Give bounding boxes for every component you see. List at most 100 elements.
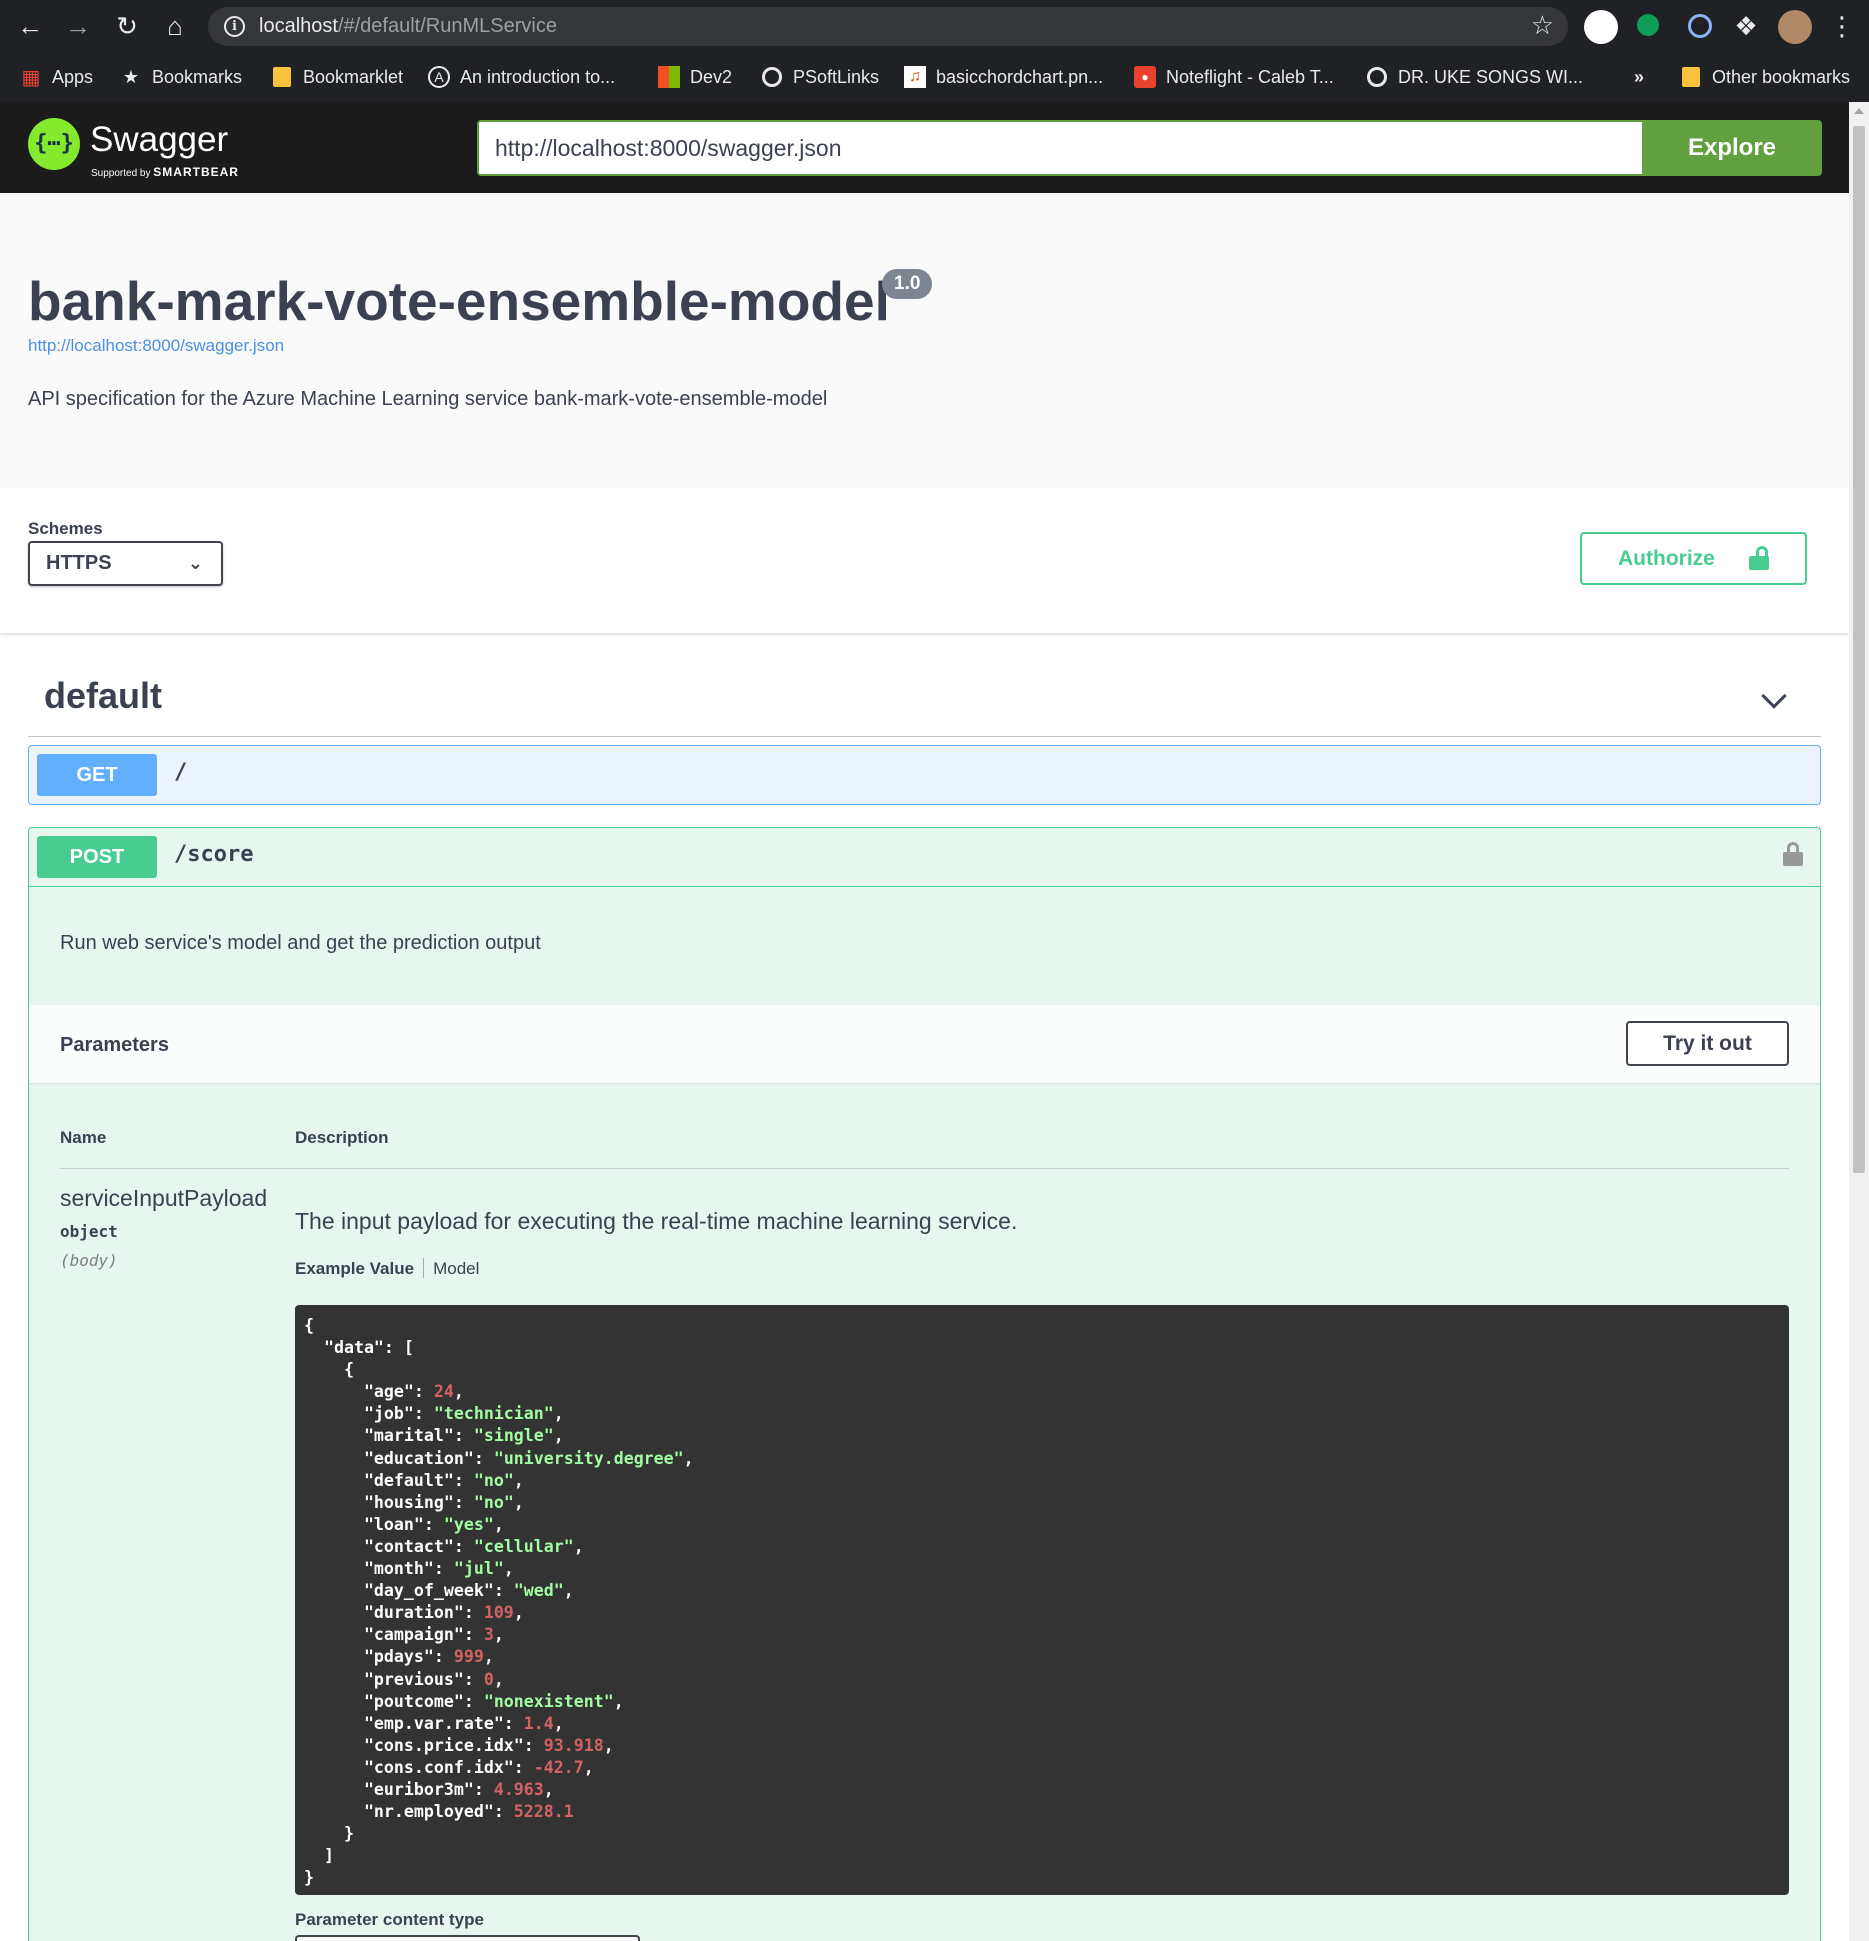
bookmark-label: Other bookmarks [1712, 66, 1851, 87]
code-line: "emp.var.rate": 1.4, [304, 1713, 1780, 1735]
back-arrow-icon[interactable]: ← [14, 10, 46, 42]
operation-get-root[interactable]: GET / [28, 745, 1821, 805]
scrollbar-thumb[interactable] [1853, 126, 1865, 1173]
code-key: "data": [ [304, 1338, 414, 1358]
operation-description: Run web service's model and get the pred… [60, 932, 541, 954]
code-punct: , [553, 1426, 564, 1446]
extension-lens-icon[interactable] [1688, 14, 1712, 38]
url-path: /#/default/RunMLService [337, 15, 557, 37]
bookmark-chordchart[interactable]: ♫ basicchordchart.pn... [904, 64, 1103, 90]
spec-link[interactable]: http://localhost:8000/swagger.json [28, 336, 284, 356]
code-punct: , [513, 1470, 524, 1490]
code-key: "contact": [304, 1536, 474, 1556]
code-key: "euribor3m": [304, 1779, 494, 1799]
explore-button[interactable]: Explore [1642, 120, 1822, 176]
bookmark-star-icon[interactable]: ☆ [1531, 10, 1554, 41]
code-value: "nonexistent" [483, 1691, 614, 1711]
parameter-content-type-label: Parameter content type [295, 1910, 484, 1929]
version-badge: 1.0 [882, 269, 933, 299]
swagger-topbar: {⋯} Swagger Supported by SMARTBEAR http:… [0, 102, 1849, 193]
code-value: 109 [483, 1603, 514, 1623]
overflow-label: » [1634, 66, 1645, 87]
code-punct: , [503, 1559, 514, 1579]
address-url[interactable]: localhost/#/default/RunMLService [259, 15, 557, 38]
column-header-name: Name [60, 1128, 107, 1147]
bookmark-noteflight[interactable]: ● Noteflight - Caleb T... [1134, 64, 1334, 90]
code-key: "cons.conf.idx": [304, 1757, 534, 1777]
code-value: "yes" [443, 1514, 494, 1534]
profile-avatar[interactable] [1778, 10, 1812, 44]
code-punct: ] [304, 1846, 334, 1866]
schemes-selected-value: HTTPS [46, 552, 112, 574]
chevron-down-icon[interactable] [1761, 683, 1787, 709]
site-info-icon[interactable]: i [224, 16, 245, 37]
code-value: "university.degree" [493, 1448, 684, 1468]
authorize-button[interactable]: Authorize [1580, 532, 1807, 585]
code-line: ] [304, 1845, 1780, 1867]
bookmark-bookmarks[interactable]: ★ Bookmarks [120, 64, 242, 90]
tag-default-header[interactable]: default [28, 665, 1821, 737]
code-line: "pdays": 999, [304, 1646, 1780, 1668]
bookmark-introduction[interactable]: A An introduction to... [428, 64, 615, 90]
swagger-logo-subtitle: Supported by SMARTBEAR [91, 165, 239, 179]
tab-model[interactable]: Model [433, 1259, 479, 1278]
parameter-content-type-select[interactable] [295, 1935, 640, 1941]
lock-icon[interactable] [1783, 842, 1803, 866]
extension-chat-icon[interactable] [1637, 14, 1659, 36]
code-key: "housing": [304, 1492, 474, 1512]
unlock-icon [1749, 546, 1769, 570]
method-badge-get: GET [37, 754, 157, 796]
code-line: { [304, 1315, 1780, 1337]
apps-grid-icon: ▦ [21, 66, 41, 89]
windows-icon [658, 66, 680, 88]
tab-example-value[interactable]: Example Value [295, 1259, 414, 1278]
extension-rocket-icon[interactable] [1584, 10, 1618, 44]
schemes-label: Schemes [28, 519, 103, 538]
bookmark-bookmarklet[interactable]: Bookmarklet [271, 64, 403, 90]
code-punct: , [603, 1735, 614, 1755]
code-punct: } [304, 1868, 314, 1888]
operation-summary[interactable]: POST /score [29, 828, 1820, 887]
code-value: "wed" [513, 1581, 564, 1601]
bookmark-dev2[interactable]: Dev2 [658, 64, 732, 90]
code-key: "campaign": [304, 1625, 484, 1645]
bookmark-label: Apps [52, 66, 94, 87]
globe-icon [761, 66, 783, 88]
spec-url-input[interactable]: http://localhost:8000/swagger.json [477, 120, 1642, 176]
address-bar[interactable]: i localhost/#/default/RunMLService ☆ [208, 7, 1568, 46]
code-line: "poutcome": "nonexistent", [304, 1691, 1780, 1713]
code-value: "single" [473, 1426, 554, 1446]
more-menu-icon[interactable]: ⋮ [1826, 10, 1858, 42]
site-icon: A [428, 66, 450, 88]
example-value-code[interactable]: { "data": [ { "age": 24, "job": "technic… [295, 1305, 1789, 1895]
extensions-puzzle-icon[interactable]: ❖ [1730, 10, 1762, 42]
code-key: "marital": [304, 1426, 474, 1446]
code-value: 999 [453, 1647, 484, 1667]
swagger-logo-icon[interactable]: {⋯} [28, 118, 80, 170]
schemes-select[interactable]: HTTPS ⌄ [28, 541, 223, 586]
bookmark-label: An introduction to... [460, 66, 616, 87]
api-title: bank-mark-vote-ensemble-model [28, 270, 890, 332]
reload-icon[interactable]: ↻ [111, 10, 143, 42]
code-punct: , [613, 1691, 624, 1711]
browser-toolbar: ← → ↻ ⌂ i localhost/#/default/RunMLServi… [0, 0, 1869, 52]
code-line: "previous": 0, [304, 1669, 1780, 1691]
code-value: "cellular" [473, 1536, 574, 1556]
api-info: bank-mark-vote-ensemble-model 1.0 http:/… [0, 193, 1849, 487]
code-value: 4.963 [493, 1779, 544, 1799]
bookmark-psoftlinks[interactable]: PSoftLinks [761, 64, 879, 90]
code-key: "default": [304, 1470, 474, 1490]
bookmark-label: Dev2 [690, 66, 733, 87]
code-key: "education": [304, 1448, 494, 1468]
scroll-up-arrow-icon[interactable] [1854, 108, 1864, 114]
bookmark-apps[interactable]: ▦ Apps [20, 64, 93, 90]
bookmark-dr-uke[interactable]: DR. UKE SONGS WI... [1366, 64, 1583, 90]
page-scrollbar[interactable] [1849, 102, 1869, 1941]
try-it-out-button[interactable]: Try it out [1626, 1021, 1789, 1066]
code-line: "campaign": 3, [304, 1624, 1780, 1646]
bookmark-other[interactable]: Other bookmarks [1680, 64, 1850, 90]
home-icon[interactable]: ⌂ [159, 10, 191, 42]
forward-arrow-icon[interactable]: → [62, 10, 94, 42]
code-punct: , [493, 1669, 504, 1689]
bookmarks-overflow-button[interactable]: » [1634, 64, 1644, 90]
